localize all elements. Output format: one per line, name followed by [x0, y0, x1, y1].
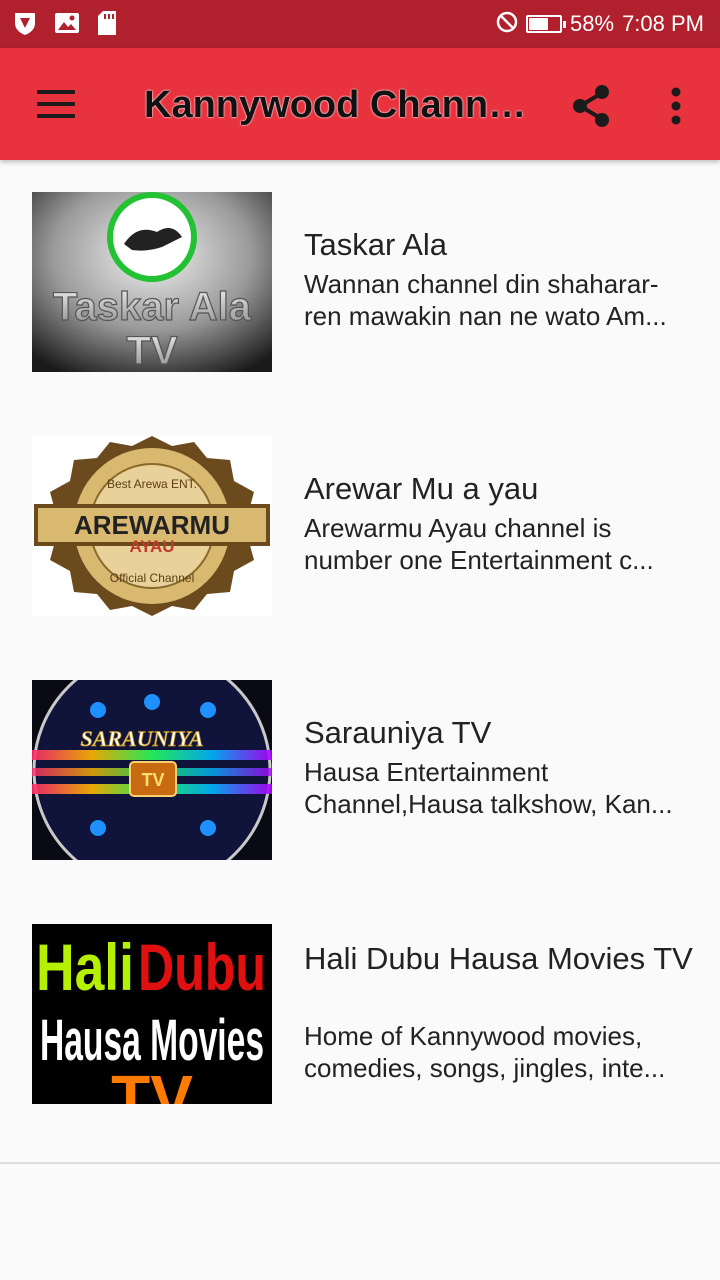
share-button[interactable] [566, 80, 618, 132]
battery-percent: 58% [570, 11, 615, 36]
thumb-text: TV [126, 329, 177, 372]
thumb-text: Best Arewa ENT. [107, 477, 197, 491]
channel-thumbnail: Hali Dubu Hausa Movies TV [32, 924, 272, 1104]
menu-icon [37, 90, 75, 94]
channel-item[interactable]: Taskar Ala TV Taskar Ala Wannan channel … [0, 160, 720, 404]
channel-thumbnail: Taskar Ala TV [32, 192, 272, 372]
thumb-text: Hali [36, 930, 134, 1004]
thumb-text: AREWARMU [74, 510, 230, 540]
channel-title: Hali Dubu Hausa Movies TV [304, 941, 693, 976]
clock: 7:08 PM [622, 11, 704, 36]
list-bottom-divider [0, 1162, 720, 1164]
channel-thumbnail: AREWARMU AYAU Best Arewa ENT. Official C… [32, 436, 272, 616]
system-status: 58% 7:08 PM [496, 8, 704, 40]
channel-title: Arewar Mu a yau [304, 471, 539, 506]
more-vert-icon [671, 87, 681, 125]
image-icon [54, 10, 80, 41]
channel-description: Wannan channel din shaharar-ren mawakin … [304, 269, 667, 331]
channel-title: Sarauniya TV [304, 715, 492, 750]
thumb-text: Dubu [138, 930, 266, 1004]
thumb-text: Official Channel [110, 571, 195, 585]
status-bar: 58% 7:08 PM [0, 0, 720, 48]
channel-thumbnail: SARAUNIYA TV [32, 680, 272, 860]
shield-app-icon [12, 10, 38, 41]
channel-description: Hausa Entertainment Channel,Hausa talksh… [304, 757, 673, 819]
thumb-text: AYAU [129, 537, 174, 556]
notification-icons [12, 10, 118, 41]
share-icon [573, 85, 609, 127]
channel-item[interactable]: Hali Dubu Hausa Movies TV Hali Dubu Haus… [0, 892, 720, 1136]
thumb-text: TV [111, 1062, 193, 1104]
channel-item[interactable]: SARAUNIYA TV Sarauniya TV Hausa Entertai… [0, 648, 720, 892]
channel-title: Taskar Ala [304, 227, 448, 262]
channel-description: Home of Kannywood movies, comedies, song… [304, 1021, 666, 1083]
app-title: Kannywood Channe... [144, 84, 534, 126]
menu-button[interactable] [24, 76, 88, 132]
thumb-text: Taskar Ala [53, 285, 252, 329]
app-bar: Kannywood Channe... [0, 48, 720, 160]
channel-item[interactable]: AREWARMU AYAU Best Arewa ENT. Official C… [0, 404, 720, 648]
thumb-text: TV [141, 770, 164, 790]
sd-card-icon [96, 10, 118, 41]
channel-description: Arewarmu Ayau channel is number one Ente… [304, 513, 654, 575]
more-options-button[interactable] [650, 80, 702, 132]
thumb-text: SARAUNIYA [80, 726, 203, 751]
battery-icon [526, 15, 567, 33]
do-not-disturb-icon [496, 11, 518, 38]
